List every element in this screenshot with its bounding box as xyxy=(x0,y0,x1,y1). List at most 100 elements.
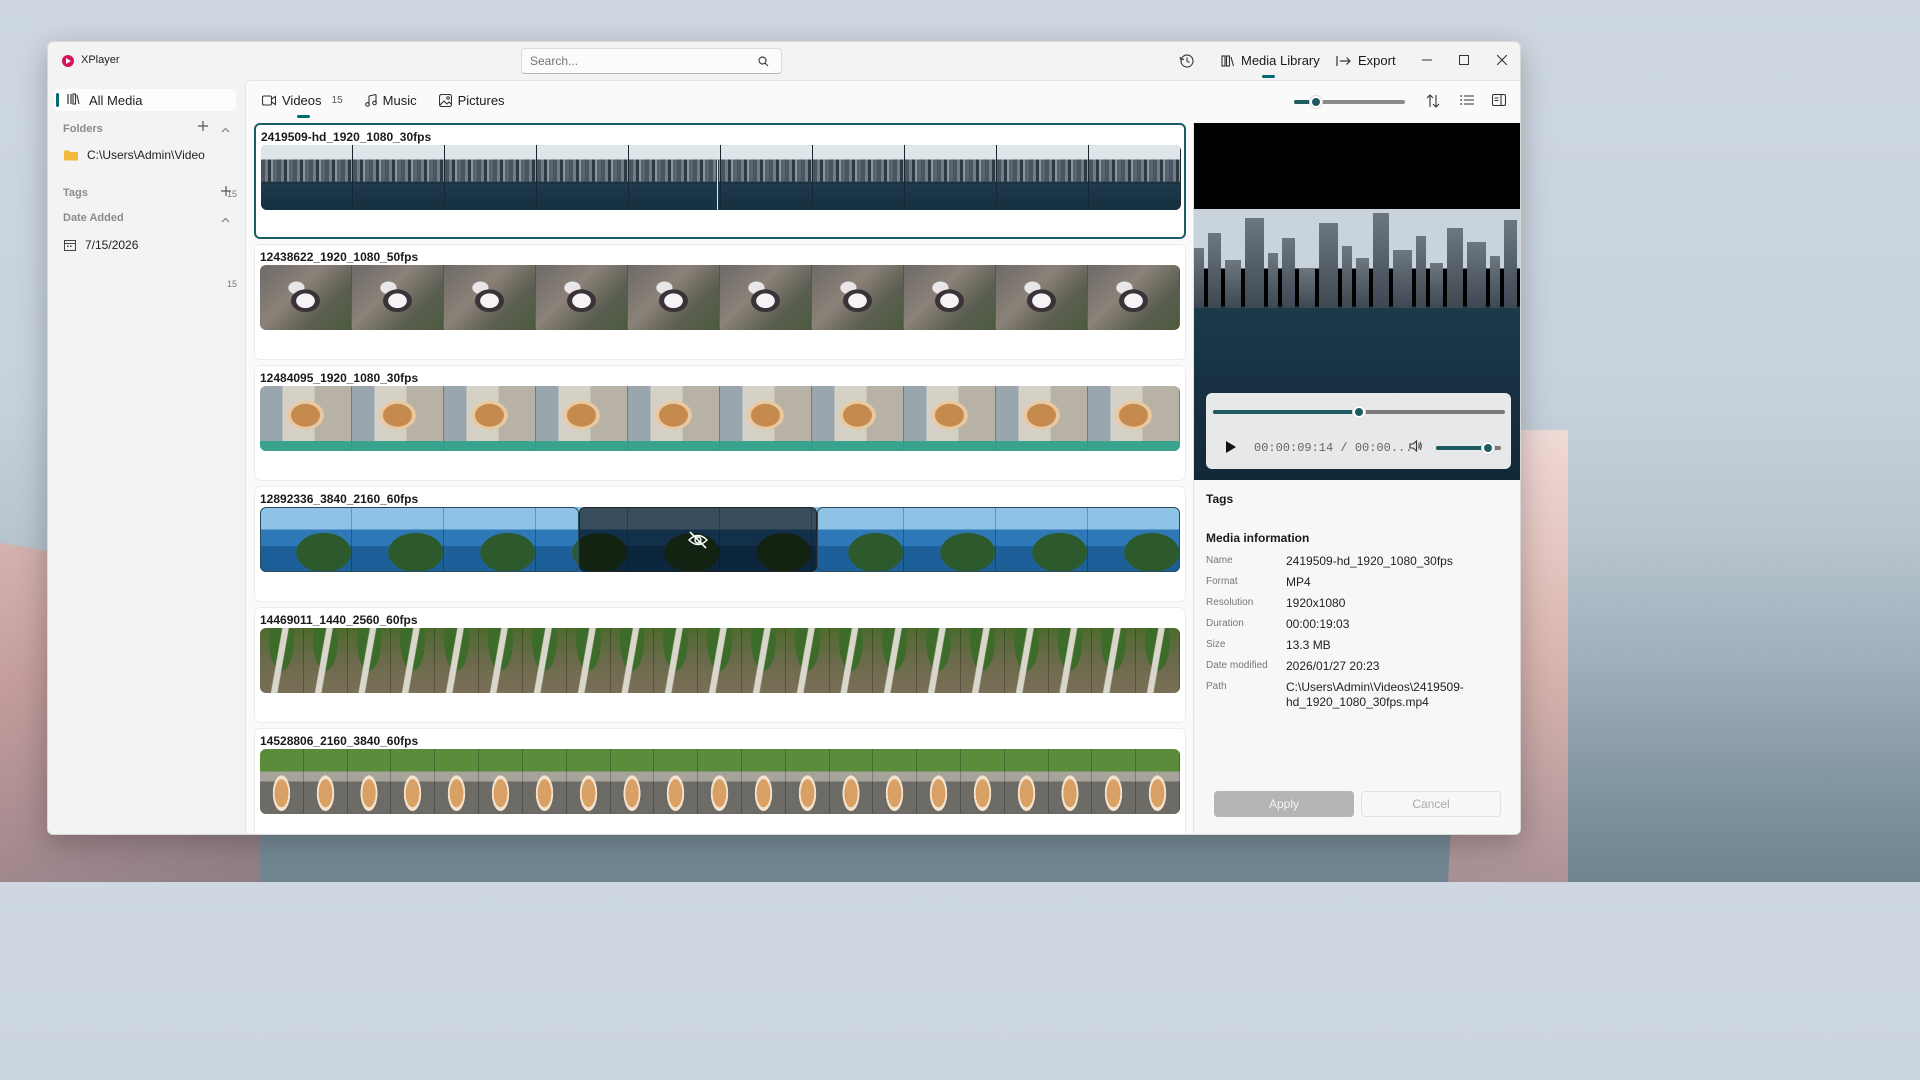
thumbnail-frame xyxy=(873,628,918,693)
tab-label: Music xyxy=(382,93,417,108)
tab-videos[interactable]: Videos 15 xyxy=(262,93,343,108)
clip-segment[interactable] xyxy=(260,507,579,572)
thumbnail-strip[interactable] xyxy=(260,386,1180,451)
tab-pictures[interactable]: Pictures xyxy=(438,93,505,108)
video-icon xyxy=(262,95,276,106)
preview-building xyxy=(1504,220,1517,308)
thumbnail-frame xyxy=(741,628,786,693)
video-card[interactable]: 14528806_2160_3840_60fps xyxy=(254,728,1186,834)
thumbnail-zoom-slider[interactable] xyxy=(1294,95,1405,109)
clip-segment[interactable] xyxy=(817,507,1180,572)
info-key: Format xyxy=(1206,576,1238,587)
thumbnail-frame xyxy=(1136,749,1180,814)
thumbnail-frame xyxy=(785,628,830,693)
info-value: MP4 xyxy=(1286,575,1311,589)
app-logo-icon xyxy=(62,55,74,67)
date-count: 15 xyxy=(226,279,237,289)
minimize-button[interactable] xyxy=(1416,49,1438,71)
thumbnail-frame xyxy=(260,628,304,693)
info-key: Name xyxy=(1206,555,1233,566)
preview-building xyxy=(1208,233,1221,308)
thumbnail-frame xyxy=(654,628,699,693)
thumbnail-frame xyxy=(435,628,480,693)
thumbnail-strip[interactable] xyxy=(260,749,1180,814)
thumbnail-frame xyxy=(629,145,721,210)
volume-icon[interactable] xyxy=(1409,439,1423,455)
seek-bar-thumb[interactable] xyxy=(1352,405,1366,419)
add-tag-button[interactable] xyxy=(221,183,231,199)
detail-pane-toggle-icon[interactable] xyxy=(1491,93,1507,109)
apply-button[interactable]: Apply xyxy=(1214,791,1354,817)
info-key: Resolution xyxy=(1206,597,1254,608)
thumbnail-frame xyxy=(1136,628,1180,693)
thumbnail-frame xyxy=(347,749,392,814)
search-box[interactable] xyxy=(521,48,782,74)
thumbnail-frame xyxy=(1089,145,1181,210)
add-folder-button[interactable] xyxy=(198,118,208,134)
preview-building xyxy=(1245,218,1264,308)
history-icon[interactable] xyxy=(1179,53,1195,72)
thumbnail-frame xyxy=(654,749,699,814)
thumbnail-frame xyxy=(741,749,786,814)
video-card[interactable]: 14469011_1440_2560_60fps xyxy=(254,607,1186,723)
thumbnail-frame xyxy=(610,628,655,693)
close-button[interactable] xyxy=(1491,49,1513,71)
search-input[interactable] xyxy=(522,49,742,73)
thumbnail-strip[interactable] xyxy=(260,507,1180,572)
sort-icon[interactable] xyxy=(1426,94,1440,111)
media-tabs: Videos 15 Music Pictures xyxy=(262,93,505,108)
thumbnail-frame xyxy=(720,386,812,451)
cancel-button[interactable]: Cancel xyxy=(1361,791,1501,817)
thumbnail-frame xyxy=(566,628,611,693)
info-value: 2026/01/27 20:23 xyxy=(1286,659,1380,673)
playhead-marker xyxy=(717,145,718,210)
preview-building xyxy=(1194,248,1204,308)
video-card[interactable]: 2419509-hd_1920_1080_30fps xyxy=(254,123,1186,239)
thumbnail-frame xyxy=(260,749,304,814)
play-icon[interactable] xyxy=(1226,441,1236,453)
thumbnail-strip[interactable] xyxy=(260,265,1180,330)
sidebar-item-all-media[interactable]: All Media xyxy=(54,89,236,111)
thumbnail-frame xyxy=(444,265,536,330)
hidden-clip-segment[interactable] xyxy=(579,507,817,572)
thumbnail-frame xyxy=(347,628,392,693)
preview-building xyxy=(1430,263,1443,308)
volume-slider[interactable] xyxy=(1436,441,1501,455)
video-title: 12892336_3840_2160_60fps xyxy=(260,492,419,506)
music-icon xyxy=(364,94,377,107)
info-value: C:\Users\Admin\Videos\2419509-hd_1920_10… xyxy=(1286,680,1464,709)
list-view-icon[interactable] xyxy=(1460,94,1474,109)
collapse-folders-button[interactable] xyxy=(221,120,230,136)
thumbnail-strip[interactable] xyxy=(260,628,1180,693)
video-card[interactable]: 12484095_1920_1080_30fps xyxy=(254,365,1186,481)
video-preview[interactable]: 00:00:09:14 / 00:00... xyxy=(1194,123,1520,480)
plus-icon xyxy=(221,186,231,196)
thumbnail-frame xyxy=(628,265,720,330)
sidebar-folder-item[interactable]: C:\Users\Admin\Video xyxy=(64,148,234,162)
thumbnail-frame xyxy=(1048,749,1093,814)
preview-building xyxy=(1490,256,1500,308)
video-card[interactable]: 12438622_1920_1080_50fps xyxy=(254,244,1186,360)
thumbnail-frame xyxy=(1092,749,1137,814)
seek-bar[interactable] xyxy=(1213,405,1505,419)
tab-active-indicator xyxy=(297,115,310,118)
export-button[interactable]: Export xyxy=(1336,53,1396,68)
maximize-button[interactable] xyxy=(1453,49,1475,71)
media-library-button[interactable]: Media Library xyxy=(1221,53,1320,68)
tab-music[interactable]: Music xyxy=(364,93,417,108)
thumbnail-frame xyxy=(445,145,537,210)
zoom-slider-thumb[interactable] xyxy=(1309,95,1324,109)
sidebar-date-item[interactable]: 7/15/2026 xyxy=(64,238,234,252)
sidebar-item-label: All Media xyxy=(89,92,143,108)
eye-off-icon[interactable] xyxy=(687,530,709,549)
thumbnail-strip[interactable] xyxy=(261,145,1181,210)
video-list: 2419509-hd_1920_1080_30fps 12438622_1920_… xyxy=(252,123,1187,834)
selection-indicator xyxy=(56,93,59,107)
collapse-date-button[interactable] xyxy=(221,210,230,226)
volume-slider-thumb[interactable] xyxy=(1481,441,1495,455)
search-icon[interactable] xyxy=(758,56,769,70)
thumbnail-frame xyxy=(721,145,813,210)
video-title: 14528806_2160_3840_60fps xyxy=(260,734,419,748)
video-card[interactable]: 12892336_3840_2160_60fps xyxy=(254,486,1186,602)
tags-heading: Tags xyxy=(1206,492,1234,506)
